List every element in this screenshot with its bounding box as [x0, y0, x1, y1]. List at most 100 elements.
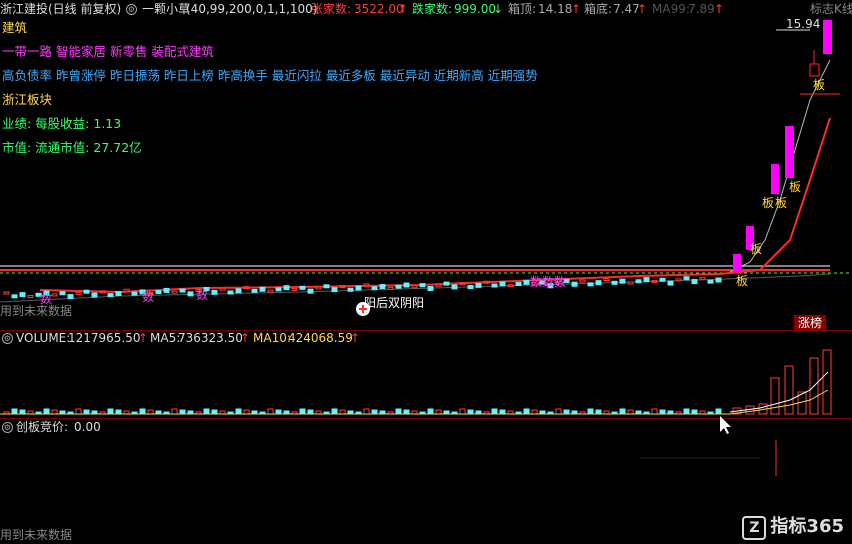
candle — [275, 287, 282, 292]
candle — [809, 63, 820, 77]
volume-bar — [83, 409, 90, 415]
limit-tag: 涨榜 — [794, 315, 827, 331]
volume-bar — [19, 409, 26, 415]
candle — [115, 290, 122, 296]
base-candles — [3, 276, 722, 300]
candle — [291, 288, 298, 292]
candle — [491, 283, 498, 288]
volume-bar — [75, 408, 82, 415]
volume-bar — [587, 408, 594, 415]
board-tag: 板 — [789, 180, 802, 194]
candle — [419, 283, 426, 288]
volume-bar — [531, 409, 538, 415]
volume-bar — [171, 408, 178, 415]
future-data-note: 用到未来数据 — [0, 528, 73, 542]
volume-bar — [784, 365, 794, 415]
candle — [51, 293, 58, 297]
settings-icon[interactable]: ⚙ — [2, 330, 13, 346]
candle — [379, 284, 386, 290]
volume-bar — [467, 409, 474, 415]
volume-bar — [339, 409, 346, 415]
candle — [451, 284, 458, 290]
candle — [323, 284, 330, 289]
volume-bar — [595, 409, 602, 415]
candle — [235, 288, 242, 294]
candle — [411, 285, 418, 289]
up-arrow-icon: ↑ — [350, 331, 361, 345]
board-tag: 板 — [813, 78, 826, 92]
up-arrow-icon: ↑ — [138, 331, 149, 345]
candle — [355, 285, 362, 291]
limit-up-candle — [785, 126, 794, 178]
pattern-label: 阳后双阴阳 — [364, 296, 425, 310]
volume-bar — [555, 408, 562, 415]
candle — [59, 291, 66, 296]
volume-bar — [211, 409, 218, 415]
volume-bar — [563, 409, 570, 415]
volume-bar — [275, 409, 282, 415]
board-tag: 板 — [750, 242, 763, 256]
volume-bar — [659, 409, 666, 415]
ma5-label: MA5: — [150, 331, 181, 345]
volume-bar — [651, 408, 658, 415]
price-high-label: 15.94 — [786, 17, 821, 31]
volume-bar — [395, 408, 402, 415]
candle — [579, 279, 586, 283]
candle — [371, 286, 378, 291]
buy-tag: 数 — [196, 288, 209, 302]
volume-bar — [11, 408, 18, 415]
candle — [715, 277, 722, 283]
candle — [587, 282, 594, 287]
candle — [515, 281, 522, 286]
volume-bar — [403, 409, 410, 415]
candle — [163, 287, 170, 293]
auction-label: 创板竞价: — [16, 420, 69, 434]
candle — [395, 284, 402, 289]
volume-bar — [491, 408, 498, 415]
candle — [315, 286, 322, 290]
candle — [227, 290, 234, 295]
buy-tag: 数 — [40, 292, 53, 306]
buy-tag: 数 — [142, 290, 155, 304]
candle — [691, 279, 698, 285]
candle — [155, 290, 162, 295]
candle — [627, 281, 634, 285]
candle — [571, 281, 578, 287]
future-data-note: 用到未来数据 — [0, 304, 73, 318]
volume-bar — [107, 408, 114, 415]
candle — [219, 287, 226, 291]
candle — [307, 288, 314, 294]
candle — [91, 292, 98, 298]
candle — [635, 279, 642, 284]
volume-label: VOLUME: — [16, 331, 71, 345]
candle — [107, 293, 114, 298]
candle — [211, 289, 218, 295]
volume-bar — [243, 409, 250, 415]
candle — [259, 286, 266, 292]
volume-bar — [43, 408, 50, 415]
candle — [499, 281, 506, 287]
buy-tag: 数数数 — [530, 275, 567, 289]
candle — [131, 291, 138, 296]
candle — [3, 291, 10, 295]
candle — [251, 288, 258, 293]
volume-bar — [139, 408, 146, 415]
candle — [403, 282, 410, 288]
volume-bar — [115, 409, 122, 415]
volume-bar — [307, 409, 314, 415]
volume-bar — [459, 408, 466, 415]
volume-bar — [331, 408, 338, 415]
candle — [387, 286, 394, 290]
candle — [643, 277, 650, 283]
ma5-value: 736323.50 — [178, 331, 243, 345]
up-arrow-icon: ↑ — [240, 331, 251, 345]
settings-icon[interactable]: ⚙ — [2, 419, 13, 435]
ma10-value: 424068.59 — [288, 331, 353, 345]
candle — [83, 289, 90, 294]
volume-bar — [683, 408, 690, 415]
candle — [123, 288, 130, 292]
volume-bar — [627, 409, 634, 415]
volume-bar — [235, 408, 242, 415]
price-chart[interactable] — [0, 0, 852, 544]
volume-bar — [715, 408, 722, 415]
